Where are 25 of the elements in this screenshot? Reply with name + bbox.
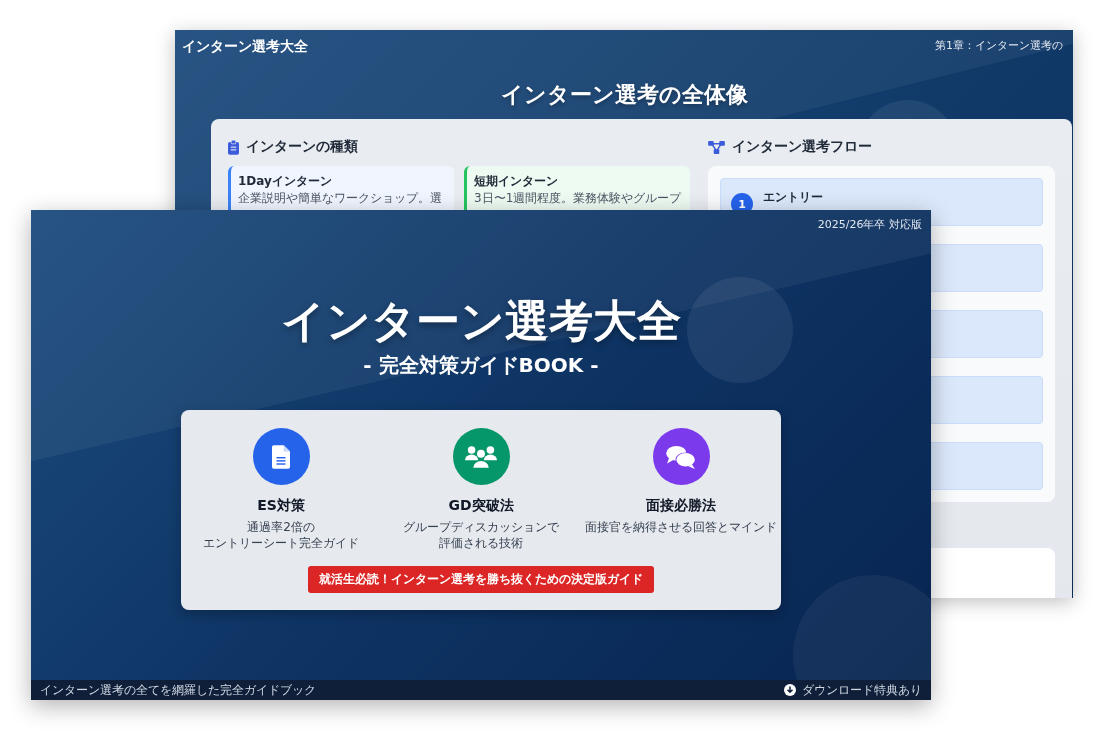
feature-description: グループディスカッションで評価される技術 xyxy=(402,519,560,551)
slide-heading: インターン選考の全体像 xyxy=(500,81,748,109)
clipboard-icon xyxy=(228,139,239,155)
brand-title: インターン選考大全 xyxy=(182,37,308,55)
feature-title: GD突破法 xyxy=(448,496,514,514)
feature-description: 面接官を納得させる回答とマインド xyxy=(584,519,778,535)
step-title: エントリー xyxy=(763,189,823,205)
card-title: 短期インターン xyxy=(474,173,559,189)
card-description: 3日〜1週間程度。業務体験やグループ xyxy=(474,190,683,206)
cover-title: インターン選考大全 xyxy=(281,294,681,347)
feature-title: 面接必勝法 xyxy=(646,496,716,514)
chapter-label: 第1章：インターン選考の xyxy=(935,39,1063,53)
download-icon xyxy=(784,684,796,696)
network-icon xyxy=(708,140,725,154)
footer-text: インターン選考の全てを網羅した完全ガイドブック xyxy=(40,682,316,698)
download-note: ダウンロード特典あり xyxy=(802,682,922,698)
section-title: インターンの種類 xyxy=(246,138,358,156)
card-title: 1Dayインターン xyxy=(238,173,333,189)
card-description: 企業説明や簡単なワークショップ。選 xyxy=(238,190,443,206)
cta-banner: 就活生必読！インターン選考を勝ち抜くための決定版ガイド xyxy=(308,566,654,593)
feature-description: 通過率2倍のエントリーシート完全ガイド xyxy=(202,519,360,551)
edition-label: 2025/26年卒 対応版 xyxy=(817,218,922,232)
cover-subtitle: - 完全対策ガイドBOOK - xyxy=(363,353,599,377)
section-title: インターン選考フロー xyxy=(732,138,872,156)
feature-title: ES対策 xyxy=(257,496,305,514)
